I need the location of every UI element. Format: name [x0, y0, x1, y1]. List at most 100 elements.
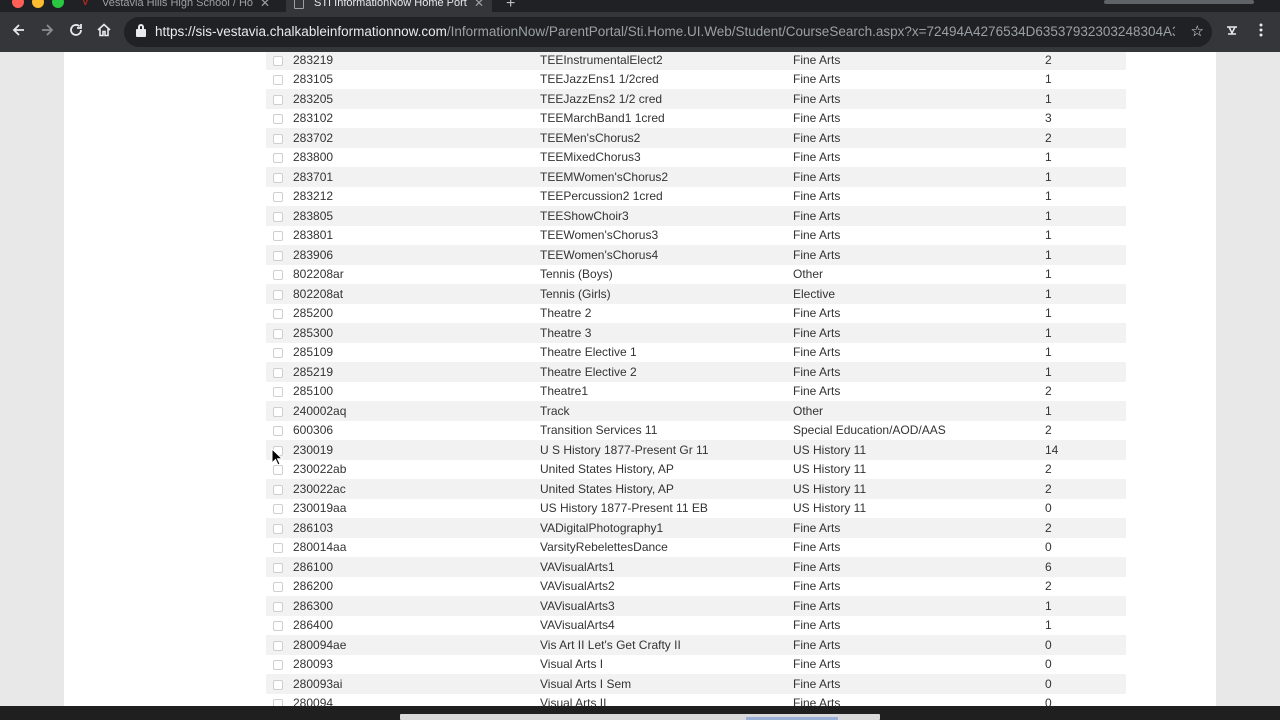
maximize-window-button[interactable]	[52, 0, 64, 8]
course-select-checkbox[interactable]	[273, 504, 283, 515]
course-select-checkbox[interactable]	[273, 250, 283, 261]
course-select-checkbox[interactable]	[273, 114, 283, 125]
course-select-checkbox[interactable]	[273, 406, 283, 417]
tab-vestavia[interactable]: V Vestavia Hills High School / Ho ✕	[76, 0, 278, 12]
course-select-checkbox[interactable]	[273, 660, 283, 671]
course-row[interactable]: 286400 VAVisualArts4 Fine Arts 1	[266, 615, 1126, 635]
course-select-checkbox[interactable]	[273, 387, 283, 398]
course-row[interactable]: 283105 TEEJazzEns1 1/2cred Fine Arts 1	[266, 69, 1126, 89]
course-row[interactable]: 230022ac United States History, AP US Hist…	[266, 479, 1126, 499]
course-row[interactable]: 286100 VAVisualArts1 Fine Arts 6	[266, 557, 1126, 577]
course-select-checkbox[interactable]	[273, 94, 283, 105]
close-window-button[interactable]	[12, 0, 24, 8]
course-row[interactable]: 283219 TEEInstrumentalElect2 Fine Arts 2	[266, 52, 1126, 70]
course-row[interactable]: 283205 TEEJazzEns2 1/2 cred Fine Arts 1	[266, 89, 1126, 109]
course-department: Fine Arts	[793, 111, 841, 126]
course-select-checkbox[interactable]	[273, 153, 283, 164]
course-row[interactable]: 285100 Theatre1 Fine Arts 2	[266, 381, 1126, 401]
course-row[interactable]: 280014aa VarsityRebelettesDance Fine Arts 0	[266, 537, 1126, 557]
course-select-checkbox[interactable]	[273, 621, 283, 632]
course-row[interactable]: 280093 Visual Arts I Fine Arts 0	[266, 654, 1126, 674]
course-select-checkbox[interactable]	[273, 172, 283, 183]
close-tab-icon[interactable]: ✕	[260, 0, 270, 12]
course-row[interactable]: 285200 Theatre 2 Fine Arts 1	[266, 303, 1126, 323]
url-text[interactable]: https://sis-vestavia.chalkableinformatio…	[155, 17, 1175, 47]
course-select-checkbox[interactable]	[273, 543, 283, 554]
checkbox-cell	[266, 109, 293, 129]
page-viewport[interactable]: 283219 TEEInstrumentalElect2 Fine Arts 2 283…	[0, 52, 1280, 706]
course-select-checkbox[interactable]	[273, 328, 283, 339]
course-row[interactable]: 286300 VAVisualArts3 Fine Arts 1	[266, 596, 1126, 616]
course-count: 1	[1045, 150, 1052, 165]
tab-sti-active[interactable]: STI InformationNow Home Port ✕	[286, 0, 492, 12]
course-row[interactable]: 280093ai Visual Arts I Sem Fine Arts 0	[266, 674, 1126, 694]
course-department: US History 11	[793, 501, 867, 516]
course-count: 0	[1045, 676, 1052, 691]
course-select-checkbox[interactable]	[273, 348, 283, 359]
minimize-window-button[interactable]	[32, 0, 44, 8]
course-select-checkbox[interactable]	[273, 426, 283, 437]
course-row[interactable]: 230019 U S History 1877-Present Gr 11 US H…	[266, 440, 1126, 460]
course-row[interactable]: 283702 TEEMen'sChorus2 Fine Arts 2	[266, 128, 1126, 148]
forward-button[interactable]	[37, 22, 57, 42]
course-select-checkbox[interactable]	[273, 562, 283, 573]
star-icon[interactable]: ☆	[1191, 22, 1204, 40]
course-select-checkbox[interactable]	[273, 211, 283, 222]
course-select-checkbox[interactable]	[273, 231, 283, 242]
extension-button[interactable]	[1222, 22, 1242, 42]
course-name: U S History 1877-Present Gr 11	[540, 442, 709, 457]
browser-menu-button[interactable]	[1251, 22, 1271, 42]
course-select-checkbox[interactable]	[273, 640, 283, 651]
course-row[interactable]: 283906 TEEWomen'sChorus4 Fine Arts 1	[266, 245, 1126, 265]
course-department: Fine Arts	[793, 618, 841, 633]
back-button[interactable]	[9, 22, 29, 42]
course-select-checkbox[interactable]	[273, 309, 283, 320]
reload-button[interactable]	[66, 22, 86, 42]
course-number: 283801	[293, 228, 334, 243]
tab-title: STI InformationNow Home Port	[314, 0, 467, 9]
course-row[interactable]: 283212 TEEPercussion2 1cred Fine Arts 1	[266, 186, 1126, 206]
course-select-checkbox[interactable]	[273, 679, 283, 690]
close-tab-icon[interactable]: ✕	[474, 0, 484, 12]
course-select-checkbox[interactable]	[273, 484, 283, 495]
course-row[interactable]: 802208at Tennis (Girls) Elective 1	[266, 284, 1126, 304]
course-department: US History 11	[793, 442, 867, 457]
course-row[interactable]: 283801 TEEWomen'sChorus3 Fine Arts 1	[266, 225, 1126, 245]
course-row[interactable]: 280094 Visual Arts II Fine Arts 0	[266, 693, 1126, 706]
home-button[interactable]	[94, 22, 114, 42]
course-select-checkbox[interactable]	[273, 699, 283, 706]
course-row[interactable]: 285300 Theatre 3 Fine Arts 1	[266, 323, 1126, 343]
course-select-checkbox[interactable]	[273, 582, 283, 593]
course-number: 286103	[293, 520, 334, 535]
course-select-checkbox[interactable]	[273, 270, 283, 281]
course-department: Fine Arts	[793, 130, 841, 145]
course-number: 285109	[293, 345, 334, 360]
course-row[interactable]: 240002aq Track Other 1	[266, 401, 1126, 421]
course-row[interactable]: 283800 TEEMixedChorus3 Fine Arts 1	[266, 147, 1126, 167]
course-row[interactable]: 285109 Theatre Elective 1 Fine Arts 1	[266, 342, 1126, 362]
course-row[interactable]: 286200 VAVisualArts2 Fine Arts 2	[266, 576, 1126, 596]
course-row[interactable]: 802208ar Tennis (Boys) Other 1	[266, 264, 1126, 284]
course-row[interactable]: 283701 TEEMWomen'sChorus2 Fine Arts 1	[266, 167, 1126, 187]
course-row[interactable]: 283102 TEEMarchBand1 1cred Fine Arts 3	[266, 108, 1126, 129]
course-select-checkbox[interactable]	[273, 55, 283, 66]
course-select-checkbox[interactable]	[273, 523, 283, 534]
course-select-checkbox[interactable]	[273, 601, 283, 612]
course-select-checkbox[interactable]	[273, 133, 283, 144]
vertical-scroll-track[interactable]	[1262, 52, 1280, 706]
course-row[interactable]: 285219 Theatre Elective 2 Fine Arts 1	[266, 362, 1126, 382]
course-row[interactable]: 600306 Transition Services 11 Special Educ…	[266, 420, 1126, 441]
course-row[interactable]: 230022ab United States History, AP US Hist…	[266, 459, 1126, 479]
course-select-checkbox[interactable]	[273, 192, 283, 203]
course-select-checkbox[interactable]	[273, 75, 283, 86]
course-select-checkbox[interactable]	[273, 465, 283, 476]
course-select-checkbox[interactable]	[273, 289, 283, 300]
course-select-checkbox[interactable]	[273, 367, 283, 378]
course-row[interactable]: 286103 VADigitalPhotography1 Fine Arts 2	[266, 518, 1126, 538]
course-row[interactable]: 283805 TEEShowChoir3 Fine Arts 1	[266, 206, 1126, 226]
address-bar[interactable]: https://sis-vestavia.chalkableinformatio…	[124, 17, 1212, 47]
course-row[interactable]: 280094ae Vis Art II Let's Get Crafty II Fi…	[266, 635, 1126, 655]
checkbox-cell	[266, 421, 293, 441]
course-row[interactable]: 230019aa US History 1877-Present 11 EB US …	[266, 498, 1126, 518]
horizontal-scrollbar[interactable]	[400, 714, 880, 720]
